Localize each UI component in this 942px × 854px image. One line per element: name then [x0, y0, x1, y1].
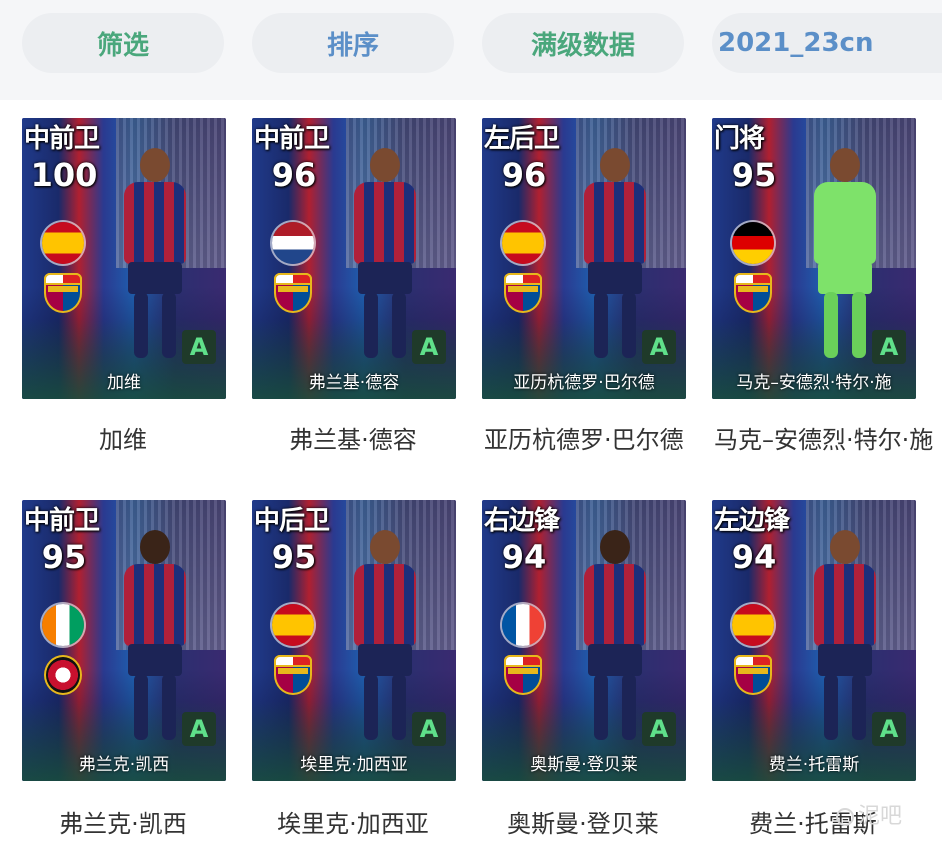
- grade-badge: A: [872, 712, 906, 746]
- position-label: 中后卫: [254, 506, 330, 536]
- player-name-caption: 奥斯曼·登贝莱: [507, 810, 659, 838]
- player-card[interactable]: 中后卫 95 A 埃里克·加西亚: [252, 500, 456, 781]
- max-level-data-button[interactable]: 满级数据: [482, 13, 684, 73]
- player-card[interactable]: 门将 95 A 马克–安德烈·特尔·施: [712, 118, 916, 399]
- player-name-caption: 马克–安德烈·特尔·施: [714, 426, 934, 454]
- card-player-name: 弗兰基·德容: [308, 373, 400, 393]
- spain-flag-icon: [732, 604, 774, 646]
- filter-button[interactable]: 筛选: [22, 13, 224, 73]
- version-selector[interactable]: 2021_23cn: [712, 13, 942, 73]
- card-player-name: 弗兰克·凯西: [78, 755, 170, 775]
- player-card[interactable]: 中前卫 95 A 弗兰克·凯西: [22, 500, 226, 781]
- barcelona-crest-icon: [504, 273, 542, 313]
- watermark: 泥吧: [836, 798, 936, 838]
- grade-badge: A: [642, 330, 676, 364]
- player-card[interactable]: 中前卫 96 A 弗兰基·德容: [252, 118, 456, 399]
- player-name-caption: 埃里克·加西亚: [277, 810, 429, 838]
- barcelona-crest-icon: [734, 273, 772, 313]
- barcelona-crest-icon: [274, 655, 312, 695]
- france-flag-icon: [502, 604, 544, 646]
- card-player-name: 亚历杭德罗·巴尔德: [513, 373, 655, 393]
- spain-flag-icon: [502, 222, 544, 264]
- sort-button[interactable]: 排序: [252, 13, 454, 73]
- player-card[interactable]: 左边锋 94 A 费兰·托雷斯: [712, 500, 916, 781]
- toolbar: 筛选 排序 满级数据 2021_23cn: [0, 0, 942, 100]
- player-card[interactable]: 左后卫 96 A 亚历杭德罗·巴尔德: [482, 118, 686, 399]
- grade-badge: A: [872, 330, 906, 364]
- ac-milan-crest-icon: [44, 655, 82, 695]
- rating-value: 96: [271, 156, 317, 194]
- watermark-text: 泥吧: [858, 804, 903, 829]
- rating-value: 100: [30, 156, 98, 194]
- barcelona-crest-icon: [274, 273, 312, 313]
- paw-icon: [836, 808, 854, 826]
- barcelona-crest-icon: [504, 655, 542, 695]
- barcelona-crest-icon: [44, 273, 82, 313]
- card-player-name: 加维: [107, 373, 141, 393]
- germany-flag-icon: [732, 222, 774, 264]
- grade-badge: A: [182, 712, 216, 746]
- card-player-name: 埃里克·加西亚: [300, 755, 408, 775]
- player-name-caption: 亚历杭德罗·巴尔德: [484, 426, 684, 454]
- card-player-name: 马克–安德烈·特尔·施: [736, 373, 892, 393]
- position-label: 中前卫: [24, 506, 100, 536]
- rating-value: 95: [731, 156, 777, 194]
- rating-value: 96: [501, 156, 547, 194]
- grade-badge: A: [412, 330, 446, 364]
- rating-value: 95: [41, 538, 87, 576]
- spain-flag-icon: [272, 604, 314, 646]
- spain-flag-icon: [42, 222, 84, 264]
- barcelona-crest-icon: [734, 655, 772, 695]
- position-label: 中前卫: [254, 124, 330, 154]
- position-label: 左后卫: [484, 124, 560, 154]
- position-label: 左边锋: [714, 506, 790, 536]
- player-name-caption: 加维: [99, 426, 147, 454]
- rating-value: 94: [731, 538, 777, 576]
- position-label: 右边锋: [484, 506, 560, 536]
- position-label: 中前卫: [24, 124, 100, 154]
- player-name-caption: 弗兰基·德容: [289, 426, 417, 454]
- netherlands-flag-icon: [272, 222, 314, 264]
- player-card[interactable]: 中前卫 100 A 加维: [22, 118, 226, 399]
- rating-value: 95: [271, 538, 317, 576]
- ivory-coast-flag-icon: [42, 604, 84, 646]
- position-label: 门将: [714, 124, 765, 154]
- grade-badge: A: [412, 712, 446, 746]
- grade-badge: A: [642, 712, 676, 746]
- player-name-caption: 弗兰克·凯西: [59, 810, 187, 838]
- card-player-name: 奥斯曼·登贝莱: [530, 755, 638, 775]
- player-card[interactable]: 右边锋 94 A 奥斯曼·登贝莱: [482, 500, 686, 781]
- card-player-name: 费兰·托雷斯: [768, 755, 860, 775]
- rating-value: 94: [501, 538, 547, 576]
- grade-badge: A: [182, 330, 216, 364]
